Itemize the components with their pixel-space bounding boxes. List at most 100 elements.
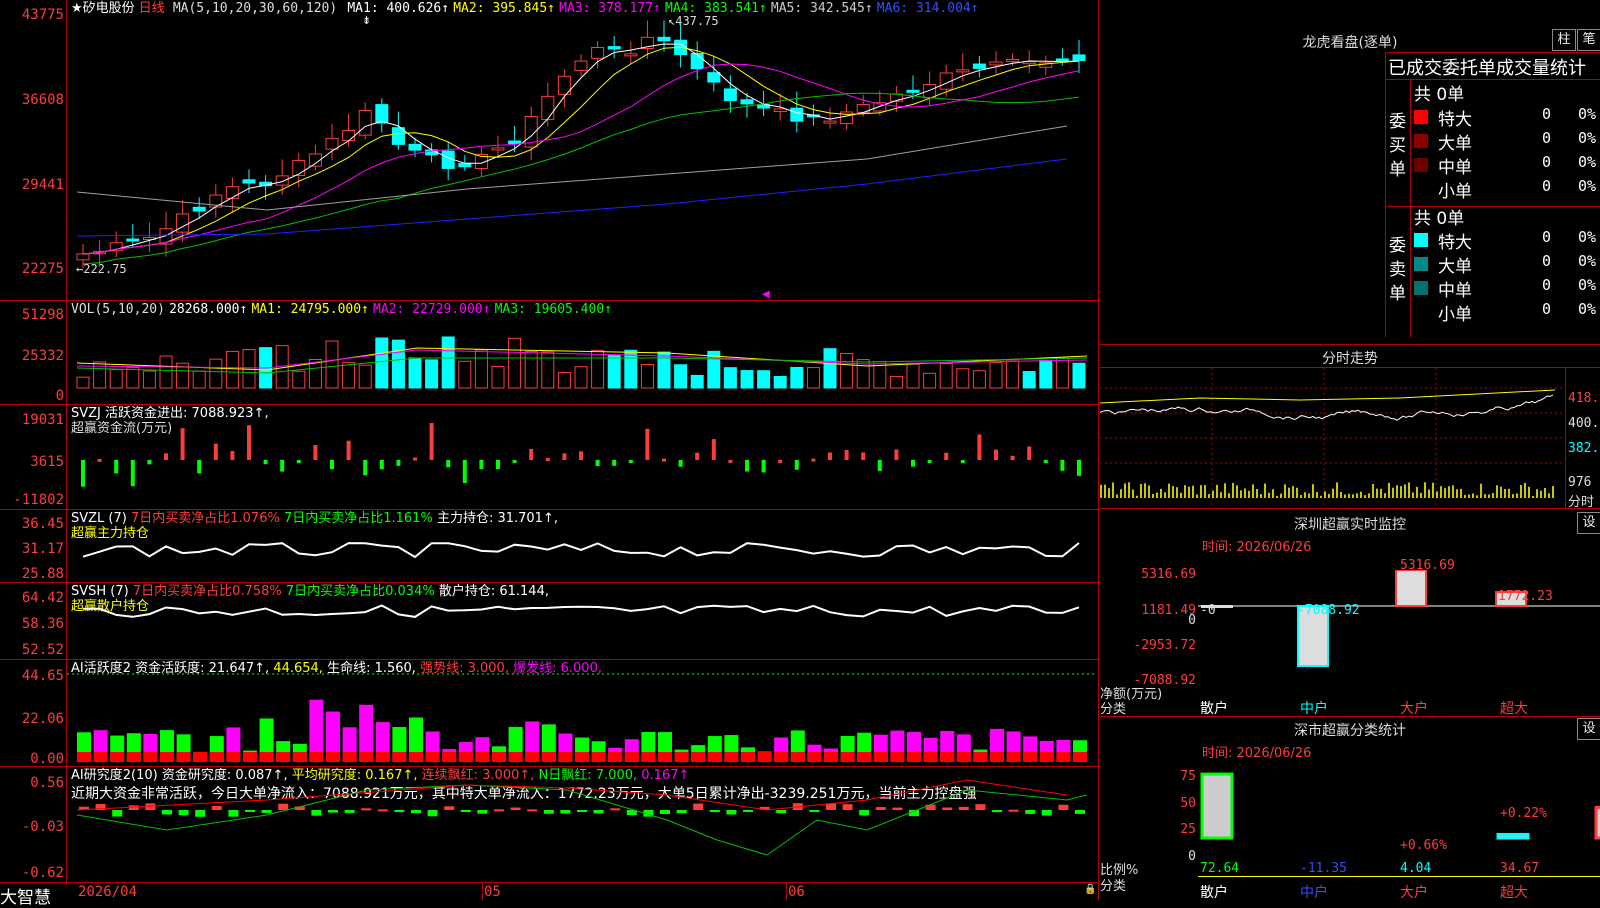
ai2-chart[interactable] [67,770,1097,880]
volume-bar [723,367,737,389]
svsh-line [83,604,1080,618]
intraday-chart[interactable] [1100,368,1565,508]
candle-body [292,160,306,176]
intraday-label-2: 400. [1568,416,1600,431]
activity-base [724,752,739,762]
candle-body [690,52,704,70]
volume-bar [607,354,621,389]
svzj-y-label-3: -11802 [13,492,64,508]
buy-s-pct: 0% [1578,177,1597,195]
research-bar [660,810,670,815]
sell-xl-label: 特大 [1438,233,1472,253]
vol-ma1: MA1: 24795.000↑ [251,302,369,317]
volume-bar [989,361,1003,389]
volume-chart[interactable] [67,318,1097,402]
intraday-volume-bar [1248,490,1250,498]
svzj-chart[interactable] [67,416,1097,506]
flow-bar [711,439,716,460]
intraday-volume-bar [1308,493,1310,498]
intraday-volume-bar [1340,492,1342,498]
flow-bar [213,443,218,460]
flow-bar [413,457,417,461]
volume-bar [707,350,721,389]
svzl-chart[interactable] [67,510,1097,580]
intraday-volume-bar [1368,493,1370,498]
research-bar [377,809,388,812]
intraday-volume-bar [1256,488,1258,498]
activity-base [624,752,639,762]
volume-bar [209,358,223,389]
scroll-marker-icon[interactable]: ◀ [762,289,770,300]
activity-base [359,752,374,762]
right-border [1098,0,1099,900]
volume-bar [292,370,306,389]
flow-bar [97,458,102,462]
ai2-y-label-1: 0.56 [30,775,64,791]
svsh-chart[interactable] [67,583,1097,657]
volume-bar [391,339,405,389]
ai1-chart[interactable] [67,672,1097,764]
szm-bar-label-3: 5316.69 [1400,558,1455,573]
volume-bar [574,366,588,389]
flow-bar [695,452,700,460]
candle-body [790,107,804,122]
buy-xl-label: 特大 [1438,110,1472,130]
candle-body [192,206,206,212]
activity-base [824,752,838,762]
sz-monitor-settings-button[interactable]: 设 [1577,512,1600,534]
intraday-volume-bar [1152,493,1154,498]
intraday-volume-bar [1492,493,1494,498]
szm-cat-2: 中户 [1300,701,1328,717]
research-bar [278,803,289,810]
svzj-y-label-1: 19031 [21,412,64,428]
szm-cat-1: 散户 [1200,701,1228,717]
tick-view-button[interactable]: 笔 [1577,29,1600,51]
intraday-volume-bar [1268,492,1270,498]
research-bar [211,805,222,810]
volume-bar [674,364,688,389]
lhb-header: 已成交委托单成交量统计 [1388,58,1586,79]
intraday-volume-bar [1464,494,1466,498]
chart-area[interactable]: ★矽电股份 日线 MA(5,10,20,30,60,120) MA1: 400.6… [0,0,1100,908]
research-bar [693,803,704,810]
flow-bar [1043,460,1048,463]
flow-bar [778,459,783,463]
flow-bar [911,460,915,467]
intraday-volume-bar [1116,494,1118,498]
activity-base [342,752,357,762]
intraday-volume-bar [1508,488,1510,498]
kline-chart[interactable] [67,14,1097,284]
volume-bar [823,348,837,389]
activity-base [575,752,589,762]
candle-body [508,140,522,145]
research-bar [195,810,206,817]
activity-base [990,752,1004,762]
activity-base [259,752,274,762]
ratio-bar [1200,772,1234,840]
candle-body [458,162,472,168]
sell-l-value: 0 [1542,252,1552,270]
x-label-may: 05 [484,884,501,900]
ai1-y-label-1: 44.65 [21,668,64,684]
app-brand: 大智慧 [0,888,51,908]
vol-ma3: MA3: 19605.400↑ [494,302,612,317]
intraday-volume-bar [1136,495,1138,498]
intraday-volume-bar [1404,484,1406,498]
intraday-volume-bar [1168,483,1170,498]
research-bar [427,810,438,817]
candle-body [375,104,389,124]
research-bar [875,807,886,810]
buy-s-value: 0 [1542,177,1552,195]
buy-m-value: 0 [1542,153,1552,171]
flow-bar [180,428,185,460]
intraday-volume-bar [1412,492,1414,498]
lock-icon[interactable]: 🔒 [1084,884,1096,895]
sz-monitor-chart[interactable] [1198,570,1600,682]
flow-bar [828,452,832,460]
bar-view-button[interactable]: 柱 [1552,29,1576,51]
intraday-volume-bar [1524,482,1526,498]
sz-monitor-time: 时间: 2026/06/26 [1202,540,1312,555]
intraday-volume-bar [1420,492,1422,498]
sz-stats-settings-button[interactable]: 设 [1577,718,1600,740]
activity-base [176,752,191,762]
